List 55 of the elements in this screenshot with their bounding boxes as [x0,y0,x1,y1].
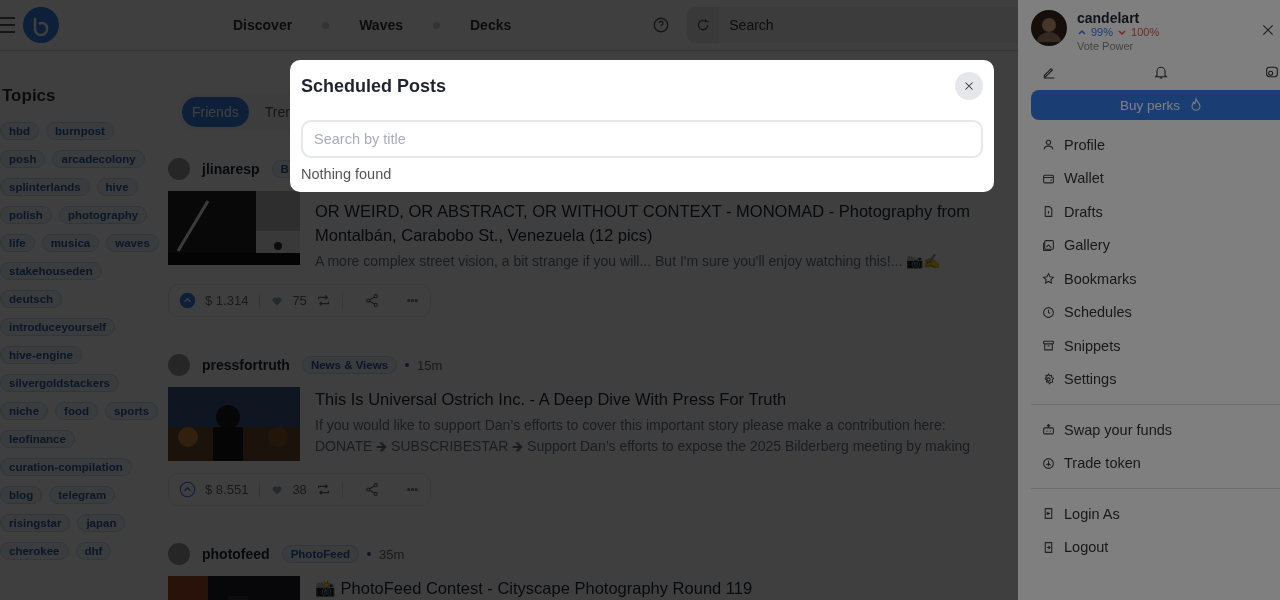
clock-icon [1042,305,1055,319]
logout-icon [1042,540,1055,554]
file-icon [1042,205,1055,219]
buy-perks-button[interactable]: Buy perks [1031,90,1280,120]
settings-icon [1042,372,1055,386]
author-name[interactable]: pressfortruth [202,357,290,373]
post-title[interactable]: This Is Universal Ostrich Inc. - A Deep Dive With Press For Truth [315,387,988,411]
swap-icon [1042,423,1055,437]
author-name[interactable]: photofeed [202,546,270,562]
menu-item[interactable]: Snippets [1031,329,1280,363]
gallery-icon [1042,238,1055,252]
login-icon [1042,507,1055,521]
menu-icon[interactable] [0,17,15,33]
close-icon[interactable] [1260,22,1276,38]
user-name: candelart [1077,10,1141,26]
caret-down-icon [1117,27,1128,37]
reblog-icon[interactable] [315,293,331,308]
upvote-power: 99% [1091,26,1114,38]
avatar[interactable] [1031,10,1067,46]
menu-item[interactable]: Trade token [1031,446,1280,480]
menu-item[interactable]: Login As [1031,497,1280,531]
menu-item[interactable]: Bookmarks [1031,262,1280,296]
menu-item[interactable]: Drafts [1031,195,1280,229]
post-title[interactable]: 📸 PhotoFeed Contest - Cityscape Photography Round 119 [315,576,988,600]
close-button[interactable] [955,72,983,100]
star-icon [1042,272,1055,286]
caret-up-icon [1077,27,1087,37]
menu-item[interactable]: Gallery [1031,228,1280,262]
menu-item[interactable]: Wallet [1031,161,1280,195]
post-title[interactable]: OR WEIRD, OR ABSTRACT, OR WITHOUT CONTEXT - MONOMAD - Photography from Montalbán, Carabobo St., Venezuela (12 pics) [315,199,988,247]
search-field[interactable]: Search by title [301,120,983,158]
bell-icon[interactable] [1152,64,1169,80]
logo-icon[interactable] [23,7,59,43]
menu-item[interactable]: Settings [1031,362,1280,396]
downvote-power: 100% [1131,26,1160,38]
menu-item[interactable]: Logout [1031,530,1280,564]
menu-item[interactable]: Schedules [1031,295,1280,329]
upvote-button[interactable] [179,481,196,498]
author-name[interactable]: jlinaresp [202,161,260,177]
menu-item[interactable]: Profile [1031,128,1280,162]
reblog-icon[interactable] [315,482,331,497]
upvote-button[interactable] [179,292,196,309]
menu-item[interactable]: Swap your funds [1031,413,1280,447]
vote-power-label: Vote Power [1077,40,1135,52]
share-icon[interactable] [363,293,380,308]
empty-message: Nothing found [301,166,393,182]
flame-icon [1188,97,1204,113]
share-icon[interactable] [363,482,380,497]
archive-icon [1042,339,1055,353]
heart-icon[interactable] [271,294,284,307]
heart-icon[interactable] [271,483,284,496]
profile-icon [1042,138,1055,152]
help-icon[interactable] [652,16,671,34]
dialog-title: Scheduled Posts [301,75,447,97]
refresh-button[interactable] [687,7,720,43]
